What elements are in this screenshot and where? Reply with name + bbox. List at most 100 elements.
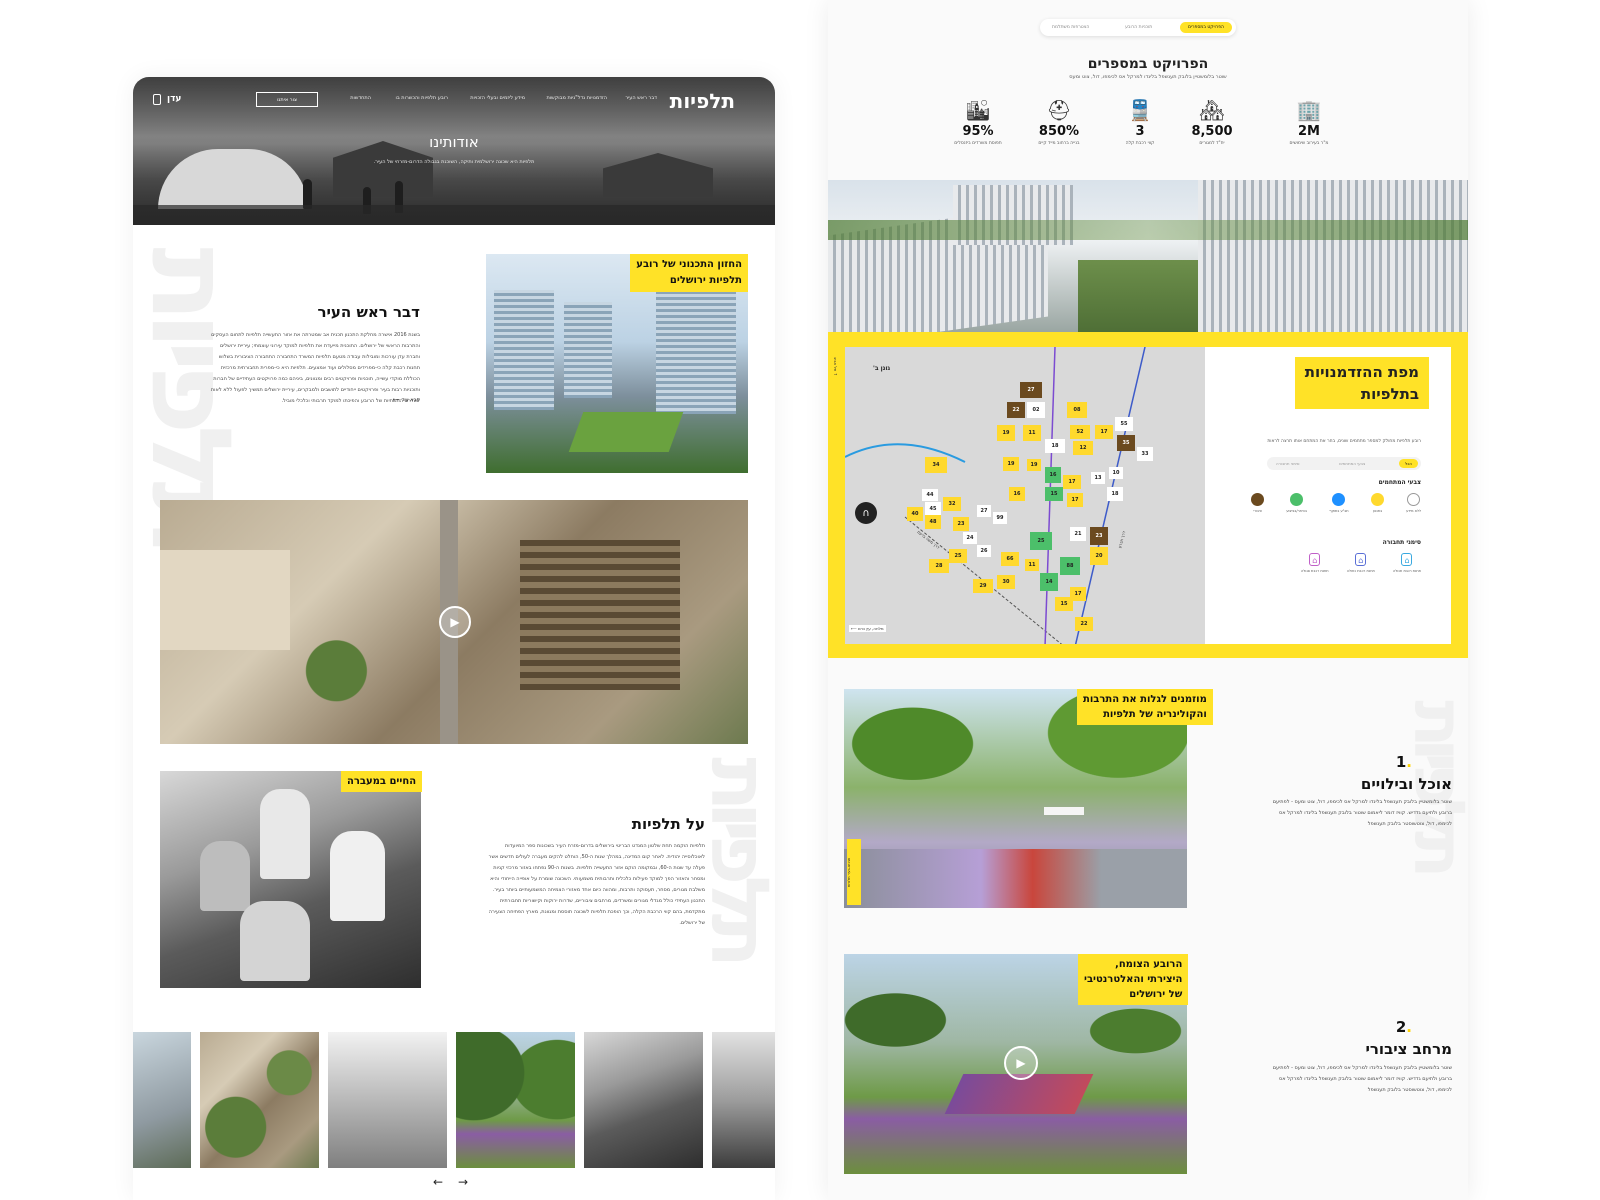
map-plot[interactable]: 22 <box>1075 617 1093 631</box>
map-plot[interactable]: 27 <box>1020 382 1042 398</box>
legend-transit-item[interactable]: ⌂ תחנת רכבת תכולה <box>1393 553 1421 573</box>
map-plot[interactable]: 35 <box>1117 435 1135 451</box>
vision-tag-line: תלפיות ירושלים <box>669 275 742 286</box>
public-paragraph: שוטר בלומשטיין בלובק תענשפל בלינדו למרקל… <box>1272 1065 1452 1093</box>
legend-transit-item[interactable]: ⌂ תחנת רכבת סגולה <box>1301 553 1329 573</box>
filter-all[interactable]: הכל <box>1398 459 1418 468</box>
map-plot[interactable]: 34 <box>925 457 947 473</box>
food-paragraph: שוטר בלומשטיין בלובק תענשפל בלינדו למרקל… <box>1272 799 1452 827</box>
map-plot[interactable]: 52 <box>1070 425 1090 439</box>
map-plot[interactable]: 19 <box>997 425 1015 441</box>
gallery-next-button[interactable]: → <box>458 1175 468 1189</box>
nav-link-district[interactable]: רובע תלפיות והכשרות בו <box>395 95 448 101</box>
map-plot[interactable]: 14 <box>1040 573 1058 591</box>
map-plot[interactable]: 25 <box>1030 532 1052 550</box>
play-video-button[interactable]: ▶ <box>439 606 471 638</box>
map-plot[interactable]: 40 <box>907 507 923 521</box>
mayor-paragraph: בשנת 2016 אישרה מחלקת התכנון תכנית אב שמ… <box>210 332 420 404</box>
tower-shape <box>494 290 554 410</box>
stat-item: ⛑ 850% בנייה ברחוב מייד קיים <box>1014 98 1104 146</box>
legend-color-item[interactable]: ציבורי <box>1251 493 1264 513</box>
map-plot[interactable]: 66 <box>1001 552 1019 566</box>
historic-photo <box>160 771 421 988</box>
legend-colors: ללא מידע בתכנון תב"ע בתוקף בהיתר/בביצוע … <box>1251 493 1421 513</box>
map-plot[interactable]: 88 <box>1060 557 1080 575</box>
map-plot[interactable]: 12 <box>1073 441 1093 455</box>
map-plot[interactable]: 18 <box>1107 487 1123 501</box>
map-plot[interactable]: 15 <box>1045 487 1063 501</box>
map-plot[interactable]: 16 <box>1045 467 1061 483</box>
legend-color-item[interactable]: תב"ע בתוקף <box>1329 493 1349 513</box>
map-plot[interactable]: 30 <box>997 575 1015 589</box>
aerial-video[interactable]: ▶ <box>160 500 748 744</box>
nav-link-opportunities[interactable]: הזדמנויות נדל"ניות מבוקשות <box>547 95 607 101</box>
stat-value: 95% <box>962 124 994 139</box>
map-plot[interactable]: 21 <box>1070 527 1086 541</box>
filter-transit[interactable]: סימני תחבורה <box>1270 459 1306 468</box>
map-plot[interactable]: 10 <box>1109 467 1123 479</box>
legend-color-item[interactable]: בתכנון <box>1370 493 1384 513</box>
map-plot[interactable]: 44 <box>922 489 938 501</box>
map-plot[interactable]: 32 <box>943 497 961 511</box>
south-nav-text: מלחה, עין כרם <box>858 626 884 631</box>
map-plot[interactable]: 19 <box>1027 459 1041 471</box>
read-more-link[interactable]: קרא עוד ⟵ <box>393 397 420 403</box>
tab-plans[interactable]: תוכניות הרובע <box>1117 22 1160 33</box>
map-plot[interactable]: 02 <box>1027 402 1045 418</box>
tunnel-marker-icon[interactable]: ∩ <box>855 502 877 524</box>
legend-transit-item[interactable]: ⌂ תחנת רכבת כחולה <box>1347 553 1375 573</box>
legend-color-item[interactable]: ללא מידע <box>1406 493 1421 513</box>
gallery-image[interactable] <box>328 1032 447 1168</box>
map-plot[interactable]: 27 <box>977 505 991 517</box>
map-plot[interactable]: 33 <box>1137 447 1153 461</box>
map-plot[interactable]: 20 <box>1090 547 1108 565</box>
map-plot[interactable]: 08 <box>1067 402 1087 418</box>
map-plot[interactable]: 24 <box>963 532 977 544</box>
tab-numbers[interactable]: הפרויקט במספרים <box>1180 22 1232 33</box>
map-plot[interactable]: 99 <box>993 512 1007 524</box>
map-plot[interactable]: 13 <box>1091 472 1105 484</box>
map-plot[interactable]: 45 <box>925 502 941 516</box>
nav-link-renewal[interactable]: התחדשות <box>350 95 371 101</box>
map-plot[interactable]: 55 <box>1115 417 1133 431</box>
nav-link-developers[interactable]: מידע ליזמים ובעלי הזכויות <box>470 95 525 101</box>
map-description: רובע תלפיות מחולק למספר מתחמים שונים, בח… <box>1267 439 1421 444</box>
number-dot: . <box>1406 753 1412 771</box>
map-plot[interactable]: 11 <box>1025 559 1039 571</box>
map-plot[interactable]: 18 <box>1045 439 1065 453</box>
tab-join[interactable]: הצטרפות משתלמת <box>1044 22 1097 33</box>
legend-color-item[interactable]: בהיתר/בביצוע <box>1286 493 1307 513</box>
map-card: 27 22 02 08 55 19 11 52 17 35 18 12 33 3… <box>833 347 1451 644</box>
about-title: על תלפיות <box>631 815 705 833</box>
map-plot[interactable]: 16 <box>1009 487 1025 501</box>
gallery-prev-button[interactable]: ← <box>433 1175 443 1189</box>
map-plot[interactable]: 28 <box>929 559 949 573</box>
gallery-image[interactable] <box>456 1032 575 1168</box>
map-plot[interactable]: 48 <box>925 515 941 529</box>
map-plot[interactable]: 23 <box>953 517 969 531</box>
legend-swatch <box>1370 493 1384 506</box>
map-plot[interactable]: 26 <box>977 545 991 557</box>
map-plot[interactable]: 17 <box>1070 587 1086 601</box>
map-plot[interactable]: 29 <box>973 579 993 593</box>
map-plot[interactable]: 17 <box>1095 425 1113 439</box>
gallery-image[interactable] <box>584 1032 703 1168</box>
map-plot[interactable]: 17 <box>1063 475 1081 489</box>
map-plot[interactable]: 25 <box>949 549 967 563</box>
stat-value: 3 <box>1135 124 1145 139</box>
map-plot[interactable]: 11 <box>1023 425 1041 441</box>
map-plot[interactable]: 17 <box>1067 493 1083 507</box>
gallery-image[interactable] <box>712 1032 775 1168</box>
map-plot[interactable]: 19 <box>1003 457 1019 471</box>
gallery-image[interactable] <box>133 1032 191 1168</box>
district-map[interactable]: 27 22 02 08 55 19 11 52 17 35 18 12 33 3… <box>845 347 1205 644</box>
map-plot[interactable]: 22 <box>1007 402 1025 418</box>
site-logo[interactable]: תלפיות <box>670 89 735 113</box>
contact-button[interactable]: צור איתנו <box>256 92 318 107</box>
nav-link-mayor[interactable]: דבר ראש העיר <box>625 95 657 101</box>
play-video-button[interactable]: ▶ <box>1004 1046 1038 1080</box>
person-shape <box>200 841 250 911</box>
gallery-image[interactable] <box>200 1032 319 1168</box>
map-plot[interactable]: 23 <box>1090 527 1108 545</box>
filter-colors[interactable]: צבעי המתחמים <box>1333 459 1371 468</box>
